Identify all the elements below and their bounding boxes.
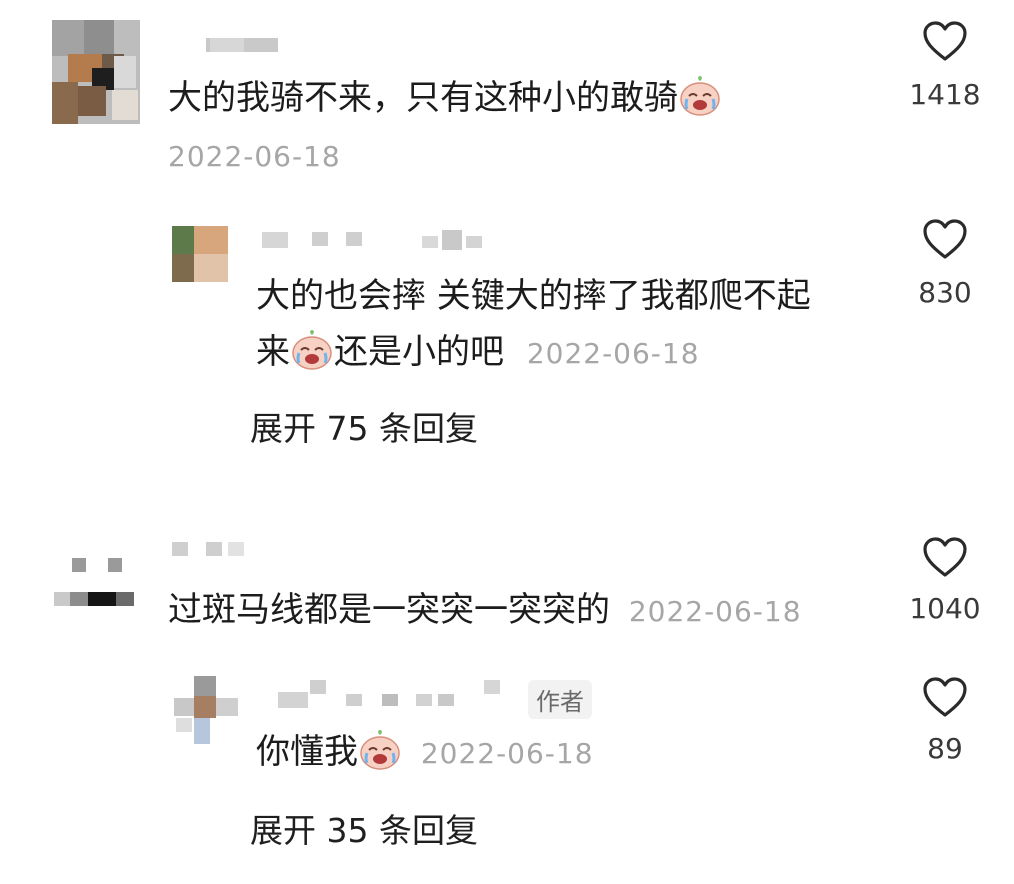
crying-laughing-face-icon [678,73,722,117]
author-badge: 作者 [528,680,592,719]
avatar[interactable] [52,20,140,124]
comment-text: 过斑马线都是一突突一突突的 2022-06-18 [168,590,802,630]
avatar[interactable] [172,676,242,746]
username[interactable] [172,540,252,558]
crying-laughing-face-icon [358,727,402,771]
like-count: 1418 [909,78,981,111]
reply-date: 2022-06-18 [420,737,594,770]
heart-outline-icon[interactable] [922,218,968,260]
heart-outline-icon[interactable] [922,536,968,578]
expand-replies-button[interactable]: 展开 75 条回复 [250,402,478,450]
avatar[interactable] [52,554,136,612]
like-count: 1040 [909,592,981,625]
username-blur [210,38,244,52]
like-count: 830 [918,276,972,309]
comment-date: 2022-06-18 [168,140,341,173]
username[interactable] [278,678,518,712]
avatar[interactable] [172,226,228,282]
reply-text: 你懂我 2022-06-18 [256,722,594,784]
reply-text-line1: 大的也会摔 关键大的摔了我都爬不起 [256,276,811,316]
expand-replies-button[interactable]: 展开 35 条回复 [250,804,478,852]
like-count: 89 [927,732,963,765]
crying-laughing-face-icon [290,327,334,371]
reply-text-line2: 来还是小的吧 2022-06-18 [256,322,700,384]
comment-date: 2022-06-18 [628,595,802,628]
username[interactable] [262,228,492,250]
comment-text: 大的我骑不来，只有这种小的敢骑 [168,68,722,128]
reply-date: 2022-06-18 [526,337,700,370]
heart-outline-icon[interactable] [922,676,968,718]
heart-outline-icon[interactable] [922,20,968,62]
